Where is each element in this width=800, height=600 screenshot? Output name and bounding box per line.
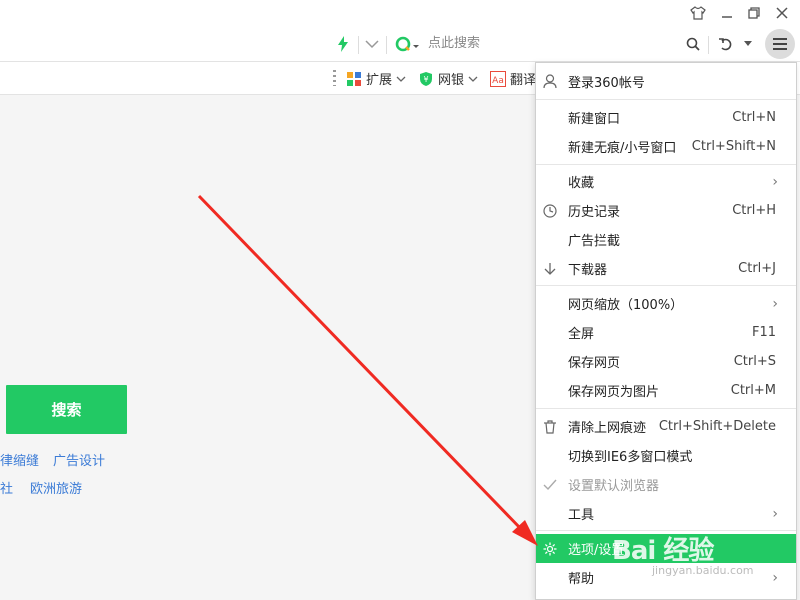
menu-item-shortcut: Ctrl+M xyxy=(730,383,776,398)
menu-item-new-window[interactable]: 新建窗口 Ctrl+N xyxy=(536,103,796,132)
minimize-icon[interactable] xyxy=(715,2,739,24)
menu-item-shortcut: Ctrl+Shift+N xyxy=(691,139,776,154)
undo-icon[interactable] xyxy=(715,26,737,62)
menu-item-shortcut: Ctrl+H xyxy=(732,203,776,218)
hot-search-link[interactable]: 律缩缝 xyxy=(0,450,39,469)
menu-item-label: 帮助 xyxy=(568,572,595,587)
login-item[interactable]: 登录360帐号 xyxy=(536,67,796,96)
menu-item-fullscreen[interactable]: 全屏 F11 xyxy=(536,318,796,347)
chevron-right-icon: › xyxy=(772,505,778,522)
menu-item-label: 设置默认浏览器 xyxy=(568,479,660,494)
drag-handle[interactable] xyxy=(333,70,336,86)
online-banking-label: 网银 xyxy=(438,73,465,88)
menu-divider xyxy=(536,285,796,286)
menu-item-label: 历史记录 xyxy=(568,205,621,220)
search-button[interactable]: 搜索 xyxy=(6,385,127,434)
hamburger-icon xyxy=(765,29,795,59)
chevron-down-icon[interactable] xyxy=(363,26,381,62)
menu-item-ad-block[interactable]: 广告拦截 xyxy=(536,225,796,254)
menu-item-zoom[interactable]: 网页缩放（100%） › xyxy=(536,289,796,318)
toolbar-divider xyxy=(358,36,359,54)
menu-item-new-incognito[interactable]: 新建无痕/小号窗口 Ctrl+Shift+N xyxy=(536,132,796,161)
menu-item-label: 保存网页为图片 xyxy=(568,385,660,400)
translate-label: 翻译 xyxy=(510,73,537,88)
toolbar-divider xyxy=(386,36,387,54)
menu-item-history[interactable]: 历史记录 Ctrl+H xyxy=(536,196,796,225)
check-icon xyxy=(542,477,558,493)
hot-search-link[interactable]: 广告设计 xyxy=(53,450,105,469)
address-toolbar: 点此搜索 xyxy=(0,26,800,62)
main-menu: 登录360帐号 新建窗口 Ctrl+N 新建无痕/小号窗口 Ctrl+Shift… xyxy=(535,62,797,600)
toolbar-divider xyxy=(708,36,709,54)
extensions-label: 扩展 xyxy=(366,73,393,88)
login-label: 登录360帐号 xyxy=(568,76,645,91)
menu-item-label: 网页缩放（100%） xyxy=(568,298,684,313)
hot-search-link[interactable]: 欧洲旅游 xyxy=(30,478,82,497)
menu-item-shortcut: Ctrl+N xyxy=(732,110,776,125)
chevron-down-icon xyxy=(468,76,478,82)
menu-item-label: 选项/设置 xyxy=(568,543,625,558)
menu-item-label: 广告拦截 xyxy=(568,234,621,249)
chevron-right-icon: › xyxy=(772,295,778,312)
translate-button[interactable]: Aa 翻译 xyxy=(490,62,536,95)
svg-text:¥: ¥ xyxy=(423,75,428,84)
menu-item-shortcut: F11 xyxy=(751,325,776,340)
search-icon[interactable] xyxy=(683,26,703,62)
menu-item-save-page[interactable]: 保存网页 Ctrl+S xyxy=(536,347,796,376)
menu-item-label: 收藏 xyxy=(568,176,595,191)
restore-icon[interactable] xyxy=(742,2,766,24)
menu-item-label: 新建窗口 xyxy=(568,112,621,127)
menu-item-save-as-image[interactable]: 保存网页为图片 Ctrl+M xyxy=(536,376,796,405)
menu-item-default-browser: 设置默认浏览器 xyxy=(536,470,796,499)
chevron-right-icon: › xyxy=(772,569,778,586)
menu-item-ie6-mode[interactable]: 切换到IE6多窗口模式 xyxy=(536,441,796,470)
extensions-icon xyxy=(347,71,361,86)
menu-item-label: 全屏 xyxy=(568,327,595,342)
user-icon xyxy=(542,74,558,90)
menu-divider xyxy=(536,530,796,531)
menu-divider xyxy=(536,408,796,409)
menu-divider xyxy=(536,99,796,100)
menu-button[interactable] xyxy=(764,26,796,62)
title-bar xyxy=(0,0,800,26)
clock-icon xyxy=(542,203,558,219)
menu-item-options-settings[interactable]: 选项/设置 xyxy=(536,534,796,563)
menu-item-label: 新建无痕/小号窗口 xyxy=(568,141,677,156)
menu-item-label: 工具 xyxy=(568,508,595,523)
menu-item-shortcut: Ctrl+S xyxy=(733,354,776,369)
menu-item-label: 保存网页 xyxy=(568,356,621,371)
extensions-menu[interactable]: 扩展 xyxy=(346,62,406,95)
download-arrow-icon xyxy=(542,261,558,277)
menu-item-downloader[interactable]: 下载器 Ctrl+J xyxy=(536,254,796,283)
menu-item-label: 切换到IE6多窗口模式 xyxy=(568,450,693,465)
menu-item-tools[interactable]: 工具 › xyxy=(536,499,796,528)
chevron-down-icon xyxy=(396,76,406,82)
menu-item-label: 下载器 xyxy=(568,263,608,278)
hot-search-link[interactable]: 社 xyxy=(0,478,13,497)
search-input[interactable]: 点此搜索 xyxy=(428,26,480,62)
skin-icon[interactable] xyxy=(686,2,710,24)
lightning-icon[interactable] xyxy=(334,26,352,62)
search-engine-icon[interactable] xyxy=(394,26,422,62)
close-icon[interactable] xyxy=(770,2,794,24)
svg-text:Aa: Aa xyxy=(492,76,504,86)
menu-item-label: 清除上网痕迹 xyxy=(568,421,647,436)
menu-item-shortcut: Ctrl+Shift+Delete xyxy=(658,419,776,434)
trash-icon xyxy=(542,419,558,435)
gear-icon xyxy=(542,541,558,557)
menu-item-shortcut: Ctrl+J xyxy=(738,261,776,276)
menu-item-favorites[interactable]: 收藏 › xyxy=(536,167,796,196)
menu-divider xyxy=(536,164,796,165)
menu-item-clear-traces[interactable]: 清除上网痕迹 Ctrl+Shift+Delete xyxy=(536,412,796,441)
online-banking-menu[interactable]: ¥ 网银 xyxy=(418,62,478,95)
translate-icon: Aa xyxy=(490,70,506,87)
menu-item-help[interactable]: 帮助 › xyxy=(536,563,796,592)
caret-down-icon[interactable] xyxy=(741,26,755,62)
chevron-right-icon: › xyxy=(772,173,778,190)
shield-icon: ¥ xyxy=(420,71,432,86)
